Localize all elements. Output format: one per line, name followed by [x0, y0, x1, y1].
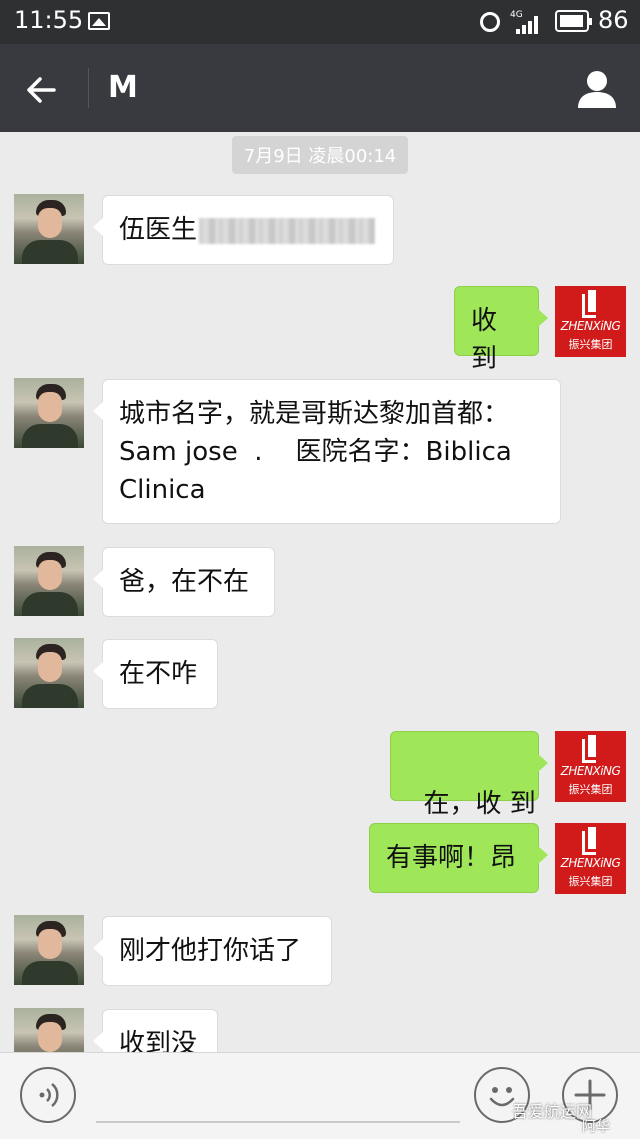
- message-text-line: Clinica: [119, 475, 206, 505]
- input-bar: [0, 1052, 640, 1139]
- message-text-line: 城市名字，就是哥斯达黎加首都：: [119, 399, 510, 429]
- message-bubble-received[interactable]: 刚才他打你话了: [93, 916, 332, 986]
- message-bubble-sent[interactable]: 在，收 到: [390, 731, 548, 819]
- watermark-text: 吾爱航运网: [512, 1102, 593, 1121]
- logo-brand-cn-text: 振兴集团: [568, 338, 613, 351]
- image-notification-icon: [88, 12, 110, 30]
- logo-brand-text: ZHENXiNG: [560, 319, 621, 333]
- person-icon: [578, 71, 616, 108]
- voice-icon: [39, 1083, 59, 1107]
- message-bubble-received[interactable]: 爸，在不在: [93, 547, 275, 617]
- message-bubble-sent[interactable]: 收到: [454, 286, 548, 374]
- message-bubble-sent[interactable]: 有事啊！昂: [369, 823, 548, 893]
- logo-brand-text: ZHENXiNG: [560, 856, 621, 870]
- back-arrow-icon: [27, 77, 56, 103]
- message-input[interactable]: [96, 1121, 460, 1123]
- battery-icon: [555, 10, 592, 32]
- message-text: 有事啊！昂: [386, 843, 517, 873]
- status-bar: 11:55 4G 86: [0, 0, 640, 44]
- message-text: 爸，在不在: [119, 567, 250, 597]
- back-button[interactable]: [20, 68, 64, 112]
- message-text: 伍医生: [119, 215, 198, 245]
- chat-title: M: [108, 70, 138, 105]
- message-text-line: Sam jose . 医院名字：Biblica: [119, 437, 512, 467]
- voice-input-button[interactable]: [20, 1067, 76, 1123]
- contact-avatar[interactable]: [14, 915, 84, 985]
- own-avatar[interactable]: ZHENXiNG 振兴集团: [555, 731, 626, 802]
- battery-percentage: 86: [598, 6, 629, 34]
- message-bubble-received[interactable]: 在不咋: [93, 639, 218, 709]
- logo-brand-text: ZHENXiNG: [560, 764, 621, 778]
- watermark-author: 阿华: [582, 1119, 610, 1135]
- message-bubble-received[interactable]: 城市名字，就是哥斯达黎加首都： Sam jose . 医院名字：Biblica …: [93, 379, 561, 524]
- redacted-phone-number: [199, 217, 376, 244]
- header-divider: [88, 68, 89, 108]
- signal-icon: [516, 16, 542, 34]
- logo-brand-cn-text: 振兴集团: [568, 875, 613, 888]
- message-text: 在不咋: [119, 659, 198, 689]
- contact-avatar[interactable]: [14, 546, 84, 616]
- alarm-icon: [480, 12, 500, 32]
- contact-avatar[interactable]: [14, 638, 84, 708]
- contact-avatar[interactable]: [14, 378, 84, 448]
- status-time: 11:55: [14, 6, 84, 34]
- message-text: 在，收 到: [423, 789, 536, 819]
- own-avatar[interactable]: ZHENXiNG 振兴集团: [555, 286, 626, 357]
- date-divider: 7月9日 凌晨00:14: [0, 136, 640, 174]
- message-text: 刚才他打你话了: [119, 936, 302, 966]
- date-stamp: 7月9日 凌晨00:14: [231, 136, 409, 174]
- chat-header: M: [0, 44, 640, 132]
- chat-info-button[interactable]: [574, 66, 620, 112]
- logo-brand-cn-text: 振兴集团: [568, 783, 613, 796]
- contact-avatar[interactable]: [14, 194, 84, 264]
- message-text: 收到: [471, 306, 498, 374]
- message-bubble-received[interactable]: 伍医生: [93, 195, 394, 265]
- own-avatar[interactable]: ZHENXiNG 振兴集团: [555, 823, 626, 894]
